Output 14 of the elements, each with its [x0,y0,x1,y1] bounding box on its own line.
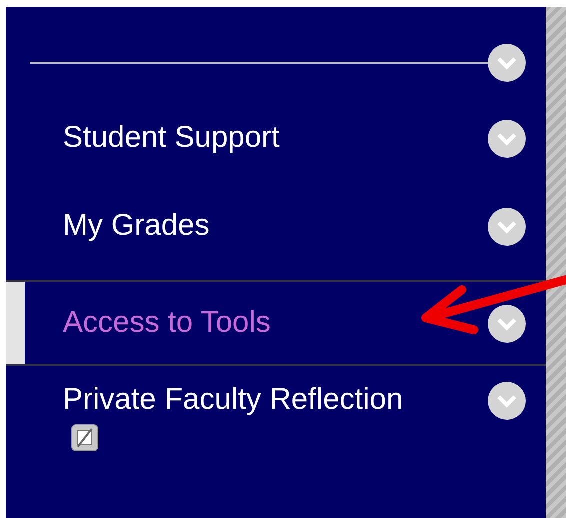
chevron-down-icon[interactable] [488,382,526,420]
menu-item-label: Access to Tools [63,305,272,341]
drag-handle[interactable] [6,282,25,364]
menu-item-label: Private Faculty Reflection [63,382,404,418]
menu-item[interactable]: Private Faculty Reflection [6,366,546,454]
chevron-down-icon[interactable] [488,208,526,246]
menu-item[interactable]: Access to Tools [6,280,546,366]
chevron-down-icon[interactable] [488,120,526,158]
menu-item-label: My Grades [63,208,211,244]
chevron-down-icon[interactable] [488,305,526,343]
chevron-down-icon[interactable] [488,44,526,82]
menu-item[interactable]: My Grades [6,192,546,280]
menu-item-label: Student Support [63,120,281,156]
menu-item[interactable]: Student Support [6,104,546,192]
